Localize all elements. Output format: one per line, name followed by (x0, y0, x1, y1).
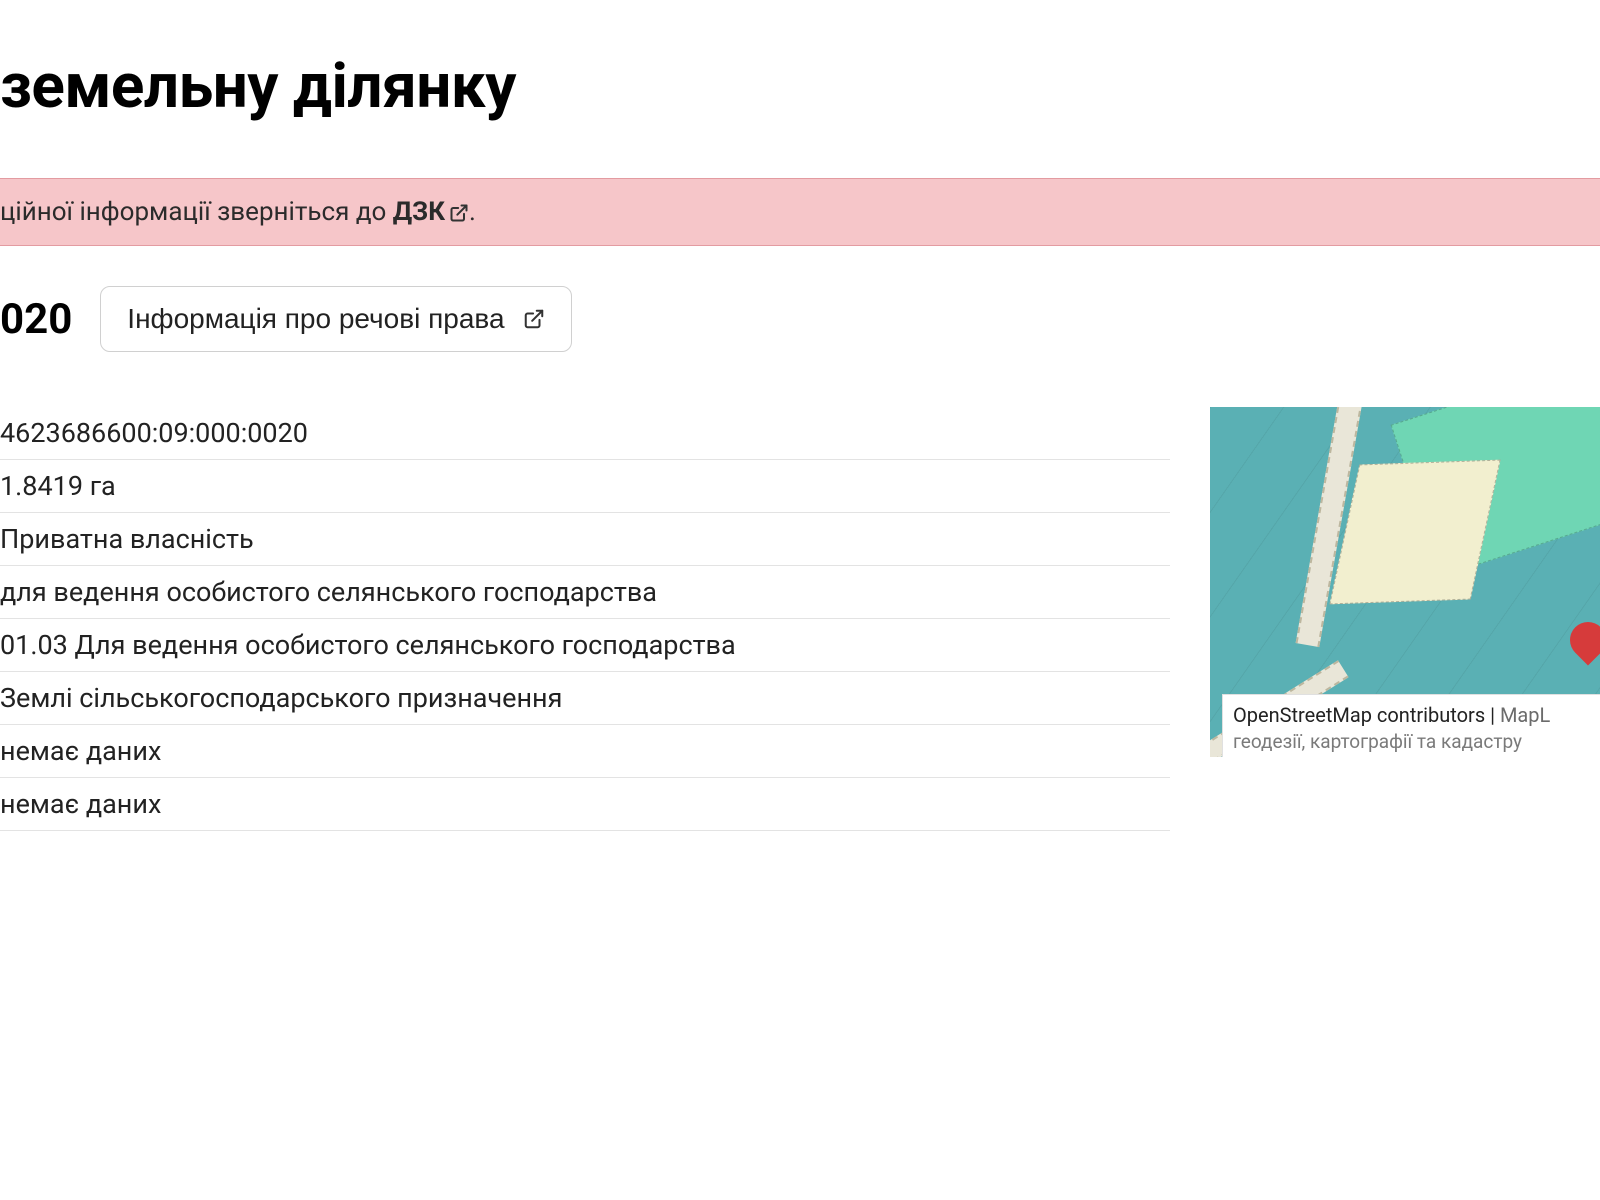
external-link-icon (523, 308, 545, 330)
external-link-icon (449, 203, 469, 223)
attribution-maplibre[interactable]: MapL (1500, 703, 1550, 727)
property-rights-button[interactable]: Інформація про речові права (100, 286, 571, 352)
alert-text-suffix: . (469, 197, 476, 227)
alert-link-dzk[interactable]: ДЗК (393, 197, 445, 227)
alert-text-prefix: ційної інформації зверніться до (0, 197, 393, 227)
detail-row: 01.03 Для ведення особистого селянського… (0, 619, 1170, 672)
map-attribution: OpenStreetMap contributors | MapL геодез… (1222, 694, 1600, 757)
detail-row: 1.8419 га (0, 460, 1170, 513)
detail-row: Землі сільськогосподарського призначення (0, 672, 1170, 725)
cadastral-map[interactable]: OpenStreetMap contributors | MapL геодез… (1210, 407, 1600, 757)
detail-row: 4623686600:09:000:0020 (0, 407, 1170, 460)
page-title: земельну ділянку (0, 50, 1600, 123)
property-rights-button-label: Інформація про речові права (127, 303, 504, 335)
attribution-osm[interactable]: OpenStreetMap contributors (1233, 703, 1485, 727)
map-panel: OpenStreetMap contributors | MapL геодез… (1210, 407, 1600, 757)
detail-row: для ведення особистого селянського госпо… (0, 566, 1170, 619)
detail-row: Приватна власність (0, 513, 1170, 566)
details-list: 4623686600:09:000:0020 1.8419 га Приватн… (0, 407, 1170, 831)
info-alert: ційної інформації зверніться до ДЗК. (0, 178, 1600, 246)
attribution-gov: геодезії, картографії та кадастру (1233, 729, 1595, 756)
detail-row: немає даних (0, 725, 1170, 778)
detail-row: немає даних (0, 778, 1170, 831)
parcel-code-suffix: 020 (0, 295, 72, 344)
